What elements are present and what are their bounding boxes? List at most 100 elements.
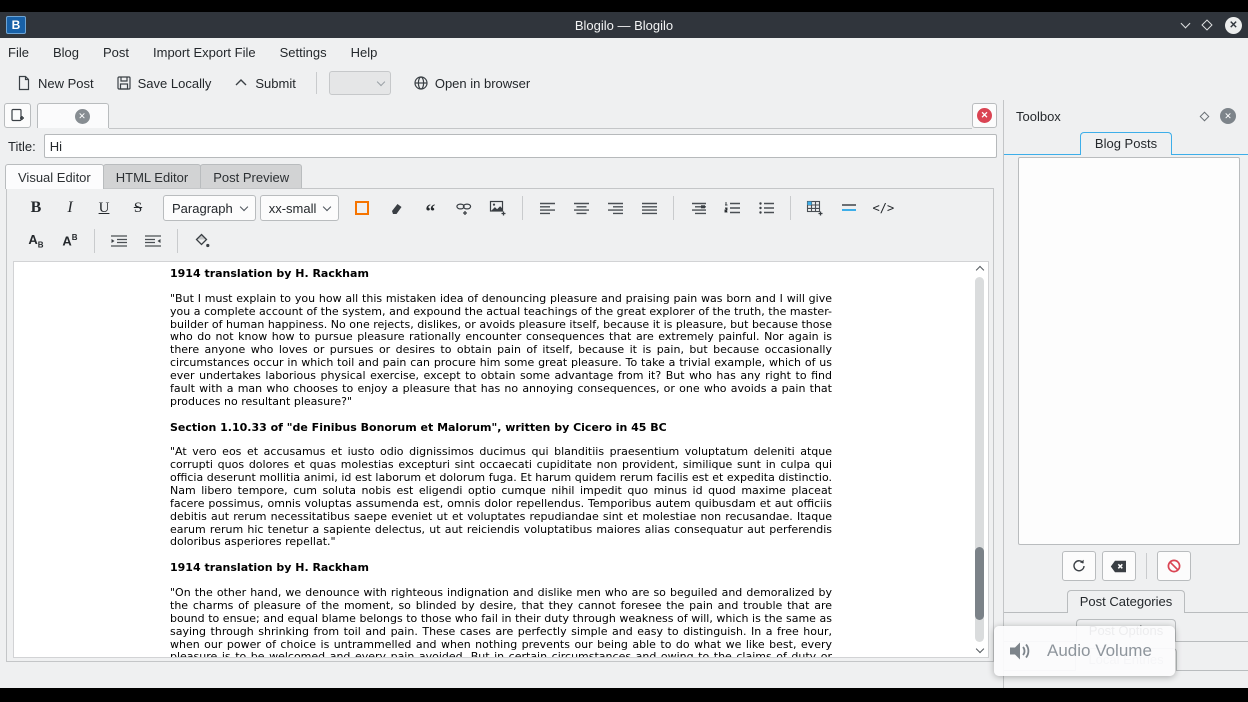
save-locally-button[interactable]: Save Locally xyxy=(108,71,220,95)
vertical-scrollbar[interactable] xyxy=(972,263,987,656)
tab-blog-posts[interactable]: Blog Posts xyxy=(1080,132,1172,155)
remove-format-button[interactable] xyxy=(381,194,411,222)
bold-button[interactable]: B xyxy=(21,194,51,222)
underline-button[interactable]: U xyxy=(89,194,119,222)
align-left-button[interactable] xyxy=(532,194,562,222)
align-right-icon xyxy=(607,201,624,215)
insert-image-button[interactable] xyxy=(483,194,513,222)
align-justify-button[interactable] xyxy=(634,194,664,222)
html-code-button[interactable]: </> xyxy=(868,194,898,222)
titlebar[interactable]: B Blogilo — Blogilo ✕ xyxy=(0,12,1248,38)
tab-post-preview[interactable]: Post Preview xyxy=(200,164,302,189)
scroll-down-icon[interactable] xyxy=(975,645,983,653)
paragraph-style-select[interactable]: Paragraph xyxy=(163,195,256,221)
decrease-indent-icon xyxy=(144,234,162,248)
chevron-down-icon xyxy=(323,202,331,210)
tab-close-icon[interactable]: ✕ xyxy=(75,109,90,124)
align-center-icon xyxy=(573,201,590,215)
main-toolbar: New Post Save Locally Submit xyxy=(0,66,1248,100)
superscript-button[interactable]: AB xyxy=(55,227,85,255)
subscript-button[interactable]: AB xyxy=(21,227,51,255)
format-separator xyxy=(522,196,523,220)
scrollbar-thumb[interactable] xyxy=(975,547,984,620)
doc-paragraph: "At vero eos et accusamus et iusto odio … xyxy=(170,446,832,549)
text-direction-icon xyxy=(690,201,707,215)
title-input[interactable] xyxy=(44,134,997,158)
post-tab[interactable]: ✕ xyxy=(37,103,109,128)
unordered-list-button[interactable] xyxy=(751,194,781,222)
tab-post-categories[interactable]: Post Categories xyxy=(1067,590,1186,613)
horizontal-rule-button[interactable] xyxy=(834,194,864,222)
text-direction-button[interactable] xyxy=(683,194,713,222)
increase-indent-button[interactable] xyxy=(104,227,134,255)
align-right-button[interactable] xyxy=(600,194,630,222)
close-icon[interactable]: ✕ xyxy=(1225,17,1242,34)
globe-icon xyxy=(413,75,429,91)
close-tab-red-icon: ✕ xyxy=(977,108,992,123)
document-body[interactable]: 1914 translation by H. Rackham "But I mu… xyxy=(14,261,972,657)
align-justify-icon xyxy=(641,201,658,215)
menu-help[interactable]: Help xyxy=(351,45,378,60)
insert-link-button[interactable] xyxy=(449,194,479,222)
new-post-button[interactable]: New Post xyxy=(8,71,102,95)
strikethrough-button[interactable]: S xyxy=(123,194,153,222)
post-tabbar: ✕ ✕ xyxy=(4,103,997,129)
editor-viewport[interactable]: 1914 translation by H. Rackham "But I mu… xyxy=(13,261,989,658)
scrollbar-track[interactable] xyxy=(975,277,984,642)
menu-settings[interactable]: Settings xyxy=(280,45,327,60)
chevron-down-icon xyxy=(239,202,247,210)
title-row: Title: xyxy=(8,133,997,159)
toolbar-separator xyxy=(316,72,317,94)
maximize-icon[interactable] xyxy=(1201,19,1212,30)
osd-label: Audio Volume xyxy=(1047,641,1152,661)
menu-post[interactable]: Post xyxy=(103,45,129,60)
blockquote-button[interactable]: “ xyxy=(415,194,445,222)
open-in-browser-button[interactable]: Open in browser xyxy=(405,71,538,95)
main-area: ✕ ✕ Title: Visual Editor HTML Editor Pos… xyxy=(0,100,1248,688)
menu-file[interactable]: File xyxy=(8,45,29,60)
editor-pane: ✕ ✕ Title: Visual Editor HTML Editor Pos… xyxy=(0,100,1003,688)
new-post-icon xyxy=(16,75,32,91)
blog-posts-list[interactable] xyxy=(1018,157,1240,545)
window-title: Blogilo — Blogilo xyxy=(0,18,1248,33)
cancel-fetch-button[interactable] xyxy=(1157,551,1191,581)
reload-posts-button[interactable] xyxy=(1062,551,1096,581)
tabbar-spacer xyxy=(109,103,972,129)
background-color-button[interactable] xyxy=(187,227,217,255)
doc-heading: 1914 translation by H. Rackham xyxy=(170,268,832,281)
format-toolbar-row2: AB AB xyxy=(7,223,993,259)
new-tab-button[interactable] xyxy=(4,103,31,128)
close-current-tab-button[interactable]: ✕ xyxy=(972,103,997,128)
chevron-down-icon xyxy=(377,77,385,85)
tab-html-editor[interactable]: HTML Editor xyxy=(103,164,201,189)
toolbox-header: Toolbox ✕ xyxy=(1004,104,1248,128)
toolbox-button-separator xyxy=(1146,553,1147,579)
blog-posts-tabstrip: Blog Posts xyxy=(1004,128,1248,155)
decrease-indent-button[interactable] xyxy=(138,227,168,255)
scroll-up-icon[interactable] xyxy=(975,266,983,274)
submit-button[interactable]: Submit xyxy=(225,72,303,95)
align-center-button[interactable] xyxy=(566,194,596,222)
toolbox-close-icon[interactable]: ✕ xyxy=(1220,108,1236,124)
doc-paragraph: "But I must explain to you how all this … xyxy=(170,293,832,409)
clear-list-button[interactable] xyxy=(1102,551,1136,581)
ordered-list-icon xyxy=(724,201,741,215)
doc-paragraph: "On the other hand, we denounce with rig… xyxy=(170,587,832,657)
insert-table-button[interactable] xyxy=(800,194,830,222)
eraser-icon xyxy=(388,201,404,215)
tab-visual-editor[interactable]: Visual Editor xyxy=(5,164,104,189)
italic-button[interactable]: I xyxy=(55,194,85,222)
align-left-icon xyxy=(539,201,556,215)
doc-heading: 1914 translation by H. Rackham xyxy=(170,562,832,575)
blog-selector-dropdown[interactable] xyxy=(329,71,391,95)
insert-table-icon xyxy=(806,200,824,216)
minimize-icon[interactable] xyxy=(1181,18,1191,28)
toolbox-float-icon[interactable] xyxy=(1200,111,1210,121)
title-label: Title: xyxy=(8,139,36,154)
text-color-button[interactable] xyxy=(347,194,377,222)
menu-blog[interactable]: Blog xyxy=(53,45,79,60)
font-size-select[interactable]: xx-small xyxy=(260,195,340,221)
ordered-list-button[interactable] xyxy=(717,194,747,222)
menu-import-export-file[interactable]: Import Export File xyxy=(153,45,256,60)
format-separator xyxy=(94,229,95,253)
